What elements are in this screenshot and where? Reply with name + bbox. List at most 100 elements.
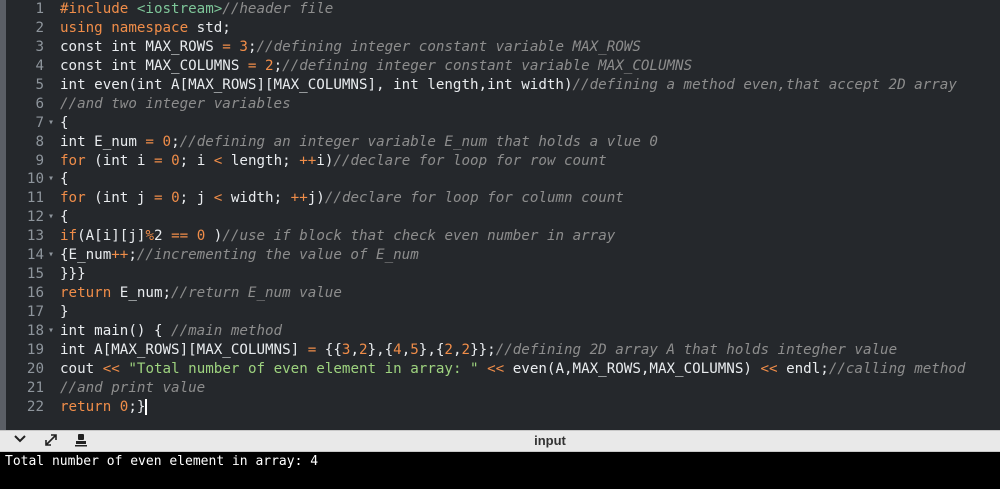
code-text: if(A[i][j]%2 == 0 )//use if block that c… [60, 227, 615, 246]
code-token: cout [60, 360, 103, 377]
code-line[interactable]: 15}}} [6, 265, 1000, 284]
line-number: 13 [26, 228, 44, 245]
code-token: 2 [358, 341, 368, 358]
line-number: 22 [26, 398, 44, 415]
code-line[interactable]: 18 ▾ int main() { //main method [6, 322, 1000, 341]
code-token: 0 [171, 152, 180, 169]
code-line[interactable]: 17} [6, 303, 1000, 322]
code-text: { [60, 114, 69, 133]
code-token: const int MAX_ROWS [60, 38, 223, 55]
code-token: ; [273, 57, 283, 74]
fold-arrow-icon[interactable]: ▾ [46, 114, 56, 133]
code-text: for (int i = 0; i < length; ++i)//declar… [60, 152, 607, 171]
code-token: , [452, 341, 462, 358]
code-token: ; [171, 133, 180, 150]
code-line[interactable]: 7 ▾{ [6, 114, 1000, 133]
code-token: (A[i][j] [77, 228, 146, 245]
code-token: if [60, 228, 78, 245]
code-line[interactable]: 8 int E_num = 0;//defining an integer var… [6, 133, 1000, 152]
code-line[interactable]: 1 #include <iostream>//header file [6, 0, 1000, 19]
code-token: //defining 2D array A that holds integhe… [495, 341, 898, 358]
code-token: //header file [222, 1, 334, 17]
code-line[interactable]: 10 ▾{ [6, 170, 1000, 189]
code-token: for [60, 190, 86, 207]
code-text: #include <iostream>//header file [60, 0, 333, 19]
code-text: int A[MAX_ROWS][MAX_COLUMNS] = {{3,2},{4… [60, 341, 897, 360]
code-token: 0 [162, 133, 172, 150]
code-token: << [760, 360, 778, 377]
code-line[interactable]: 13 if(A[i][j]%2 == 0 )//use if block that… [6, 227, 1000, 246]
code-token: //declare for loop for column count [324, 190, 624, 207]
text-cursor [145, 398, 148, 415]
code-line[interactable]: 20 cout << "Total number of even element … [6, 360, 1000, 379]
code-token: << [487, 360, 505, 377]
code-editor[interactable]: 1 #include <iostream>//header file 2 using … [0, 0, 1000, 430]
code-token: == [171, 228, 189, 245]
code-token: //defining a method even,that accept 2D … [572, 76, 957, 93]
code-line[interactable]: 22 return 0;} [6, 398, 1000, 417]
line-number: 16 [26, 285, 44, 302]
code-token: 4 [393, 341, 402, 358]
code-token: = [153, 152, 163, 169]
code-text: const int MAX_ROWS = 3;//defining intege… [60, 38, 641, 57]
code-token: },{ [418, 341, 445, 358]
code-token: //incrementing the value of E_num [136, 247, 419, 264]
code-token: 0 [171, 190, 180, 207]
line-number: 6 [35, 95, 44, 112]
code-token: = [153, 190, 163, 207]
code-line[interactable]: 16 return E_num;//return E_num value [6, 284, 1000, 303]
code-line[interactable]: 5 int even(int A[MAX_ROWS][MAX_COLUMNS], … [6, 76, 1000, 95]
code-token: int even(int A[MAX_ROWS][MAX_COLUMNS], i… [60, 76, 573, 93]
code-token: //defining integer constant variable MAX… [256, 38, 641, 55]
code-line[interactable]: 3 const int MAX_ROWS = 3;//defining integ… [6, 38, 1000, 57]
console-output: Total number of even element in array: 4 [0, 452, 1000, 489]
code-line[interactable]: 14 ▾ {E_num++;//incrementing the value of … [6, 246, 1000, 265]
line-number: 2 [35, 19, 44, 36]
code-token: #include [60, 1, 137, 17]
code-token: //defining integer constant variable MAX… [282, 57, 693, 74]
code-line[interactable]: 4 const int MAX_COLUMNS = 2;//defining in… [6, 57, 1000, 76]
code-token: ++ [299, 152, 317, 169]
code-token: return [60, 398, 112, 415]
fold-arrow-icon[interactable]: ▾ [46, 246, 56, 265]
code-token: //and two integer variables [60, 95, 291, 112]
code-line[interactable]: 2 using namespace std; [6, 19, 1000, 38]
code-token: },{ [367, 341, 394, 358]
code-token: 3 [239, 38, 248, 55]
line-number: 18 [26, 322, 44, 339]
code-line[interactable]: 19 int A[MAX_ROWS][MAX_COLUMNS] = {{3,2},… [6, 341, 1000, 360]
fold-arrow-icon[interactable]: ▾ [46, 322, 56, 341]
code-line[interactable]: 21 //and print value [6, 379, 1000, 398]
code-token: % [145, 228, 154, 245]
code-token: //use if block that check even number in… [222, 228, 616, 245]
code-token: using namespace [60, 19, 189, 36]
code-text: { [60, 208, 69, 227]
code-line[interactable]: 11 for (int j = 0; j < width; ++j)//decla… [6, 189, 1000, 208]
line-number: 8 [35, 133, 44, 150]
fold-arrow-icon[interactable]: ▾ [46, 170, 56, 189]
code-token: length; [222, 152, 300, 169]
code-line[interactable]: 9 for (int i = 0; i < length; ++i)//decla… [6, 152, 1000, 171]
code-token: 2 [265, 57, 274, 74]
code-token: ; i [179, 152, 214, 169]
code-line[interactable]: 12 ▾{ [6, 208, 1000, 227]
line-number: 17 [26, 304, 44, 320]
fold-arrow-icon[interactable]: ▾ [46, 208, 56, 227]
code-text: //and print value [60, 379, 205, 398]
line-number: 11 [26, 190, 44, 207]
code-token: //and print value [60, 379, 206, 396]
code-text: { [60, 170, 69, 189]
code-token: { [60, 209, 69, 226]
code-token: }}; [470, 341, 496, 358]
code-token: ; [128, 247, 137, 264]
code-line[interactable]: 6 //and two integer variables [6, 95, 1000, 114]
code-token: , [401, 341, 411, 358]
code-text: cout << "Total number of even element in… [60, 360, 965, 379]
line-number: 21 [26, 379, 44, 396]
line-number: 20 [26, 360, 44, 377]
code-token: = [307, 341, 317, 358]
code-token: int A[MAX_ROWS][MAX_COLUMNS] [60, 341, 308, 358]
